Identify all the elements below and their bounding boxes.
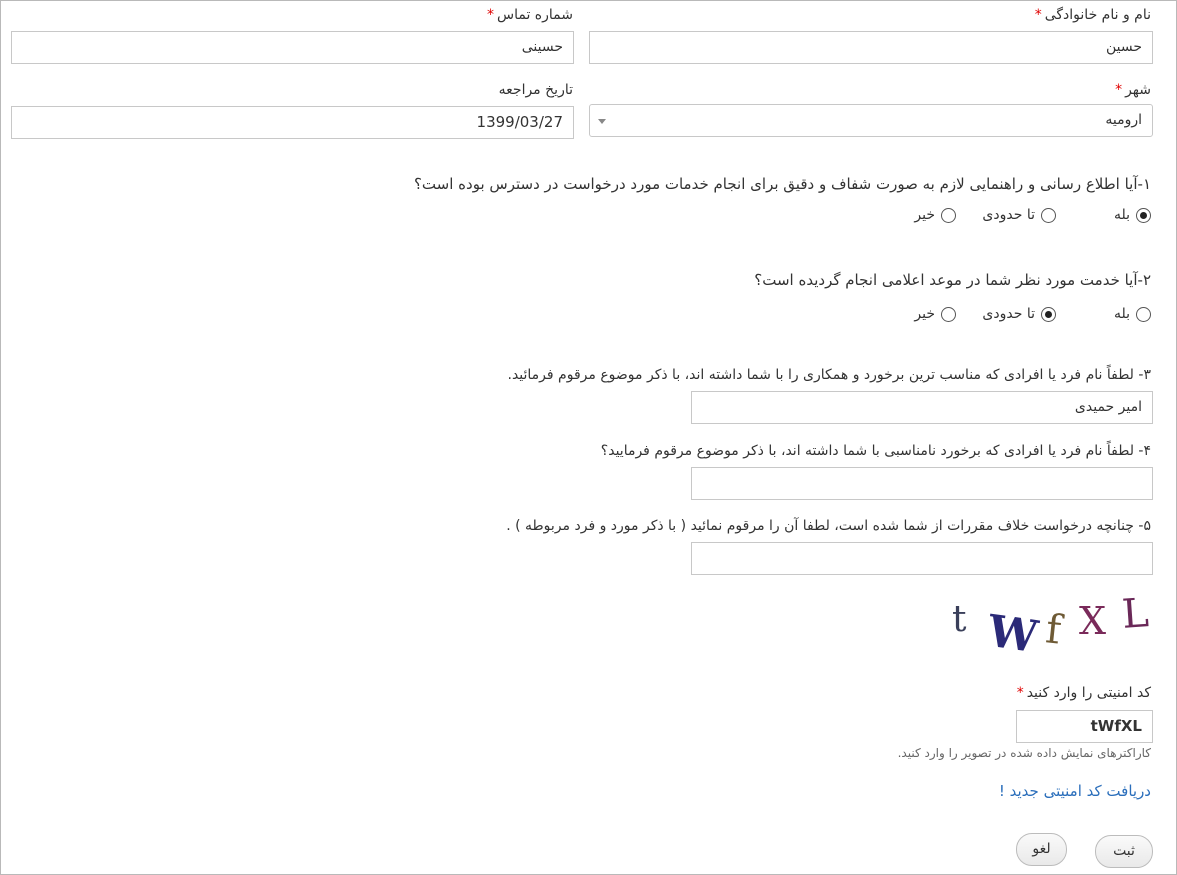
q2-option-somewhat[interactable]: تا حدودی <box>982 303 1056 325</box>
visit-date-input[interactable]: 1399/03/27 <box>11 106 574 139</box>
captcha-image: t W f X L <box>946 590 1156 664</box>
q2-option-yes[interactable]: بله <box>1114 303 1151 325</box>
question-3-text: ۳- لطفاً نام فرد یا افرادی که مناسب ترین… <box>507 367 1152 383</box>
captcha-label: کد امنیتی را وارد کنید* <box>1016 685 1151 701</box>
captcha-hint: کاراکترهای نمایش داده شده در تصویر را وا… <box>897 746 1151 760</box>
radio-button-checked[interactable] <box>1136 207 1151 223</box>
visit-date-label: تاریخ مراجعه <box>498 82 573 98</box>
question-4-text: ۴- لطفاً نام فرد یا افرادی که برخورد نام… <box>600 443 1151 459</box>
captcha-input[interactable]: tWfXL <box>1016 710 1153 743</box>
question-1-text: ۱-آیا اطلاع رسانی و راهنمایی لازم به صور… <box>413 175 1151 193</box>
fullname-label: نام و نام خانوادگی* <box>1034 7 1151 23</box>
radio-button-checked[interactable] <box>1041 306 1056 322</box>
q1-option-no[interactable]: خیر <box>914 204 956 226</box>
captcha-char: X <box>1079 599 1107 643</box>
radio-button[interactable] <box>941 306 956 322</box>
question-5-text: ۵- چنانچه درخواست خلاف مقررات از شما شده… <box>506 518 1151 534</box>
city-select[interactable]: ارومیه <box>589 104 1153 137</box>
captcha-char: t <box>952 599 967 640</box>
q1-option-yes[interactable]: بله <box>1114 204 1151 226</box>
city-label: شهر* <box>1115 82 1151 98</box>
radio-button[interactable] <box>1136 306 1151 322</box>
chevron-down-icon <box>598 119 606 124</box>
fullname-input[interactable]: حسین <box>589 31 1153 64</box>
refresh-captcha-link[interactable]: دریافت کد امنیتی جدید ! <box>999 782 1151 800</box>
captcha-char: L <box>1120 590 1151 638</box>
question-5-input[interactable] <box>691 542 1153 575</box>
question-3-input[interactable]: امیر حمیدی <box>691 391 1153 424</box>
radio-button[interactable] <box>941 207 956 223</box>
city-selected-value: ارومیه <box>1105 112 1142 128</box>
q2-option-no[interactable]: خیر <box>914 303 956 325</box>
phone-label: شماره تماس* <box>487 7 573 23</box>
captcha-char: W <box>984 605 1041 664</box>
question-1-options: بله تا حدودی خیر <box>851 204 1151 226</box>
question-2-text: ۲-آیا خدمت مورد نظر شما در موعد اعلامی ا… <box>754 271 1151 289</box>
submit-button[interactable]: ثبت <box>1095 835 1153 868</box>
q1-option-somewhat[interactable]: تا حدودی <box>982 204 1056 226</box>
question-2-options: بله تا حدودی خیر <box>851 303 1151 325</box>
radio-button[interactable] <box>1041 207 1056 223</box>
form-container: نام و نام خانوادگی* حسین شماره تماس* حسی… <box>0 0 1177 875</box>
phone-input[interactable]: حسینی <box>11 31 574 64</box>
cancel-button[interactable]: لغو <box>1016 833 1067 866</box>
question-4-input[interactable] <box>691 467 1153 500</box>
captcha-char: f <box>1043 606 1064 654</box>
